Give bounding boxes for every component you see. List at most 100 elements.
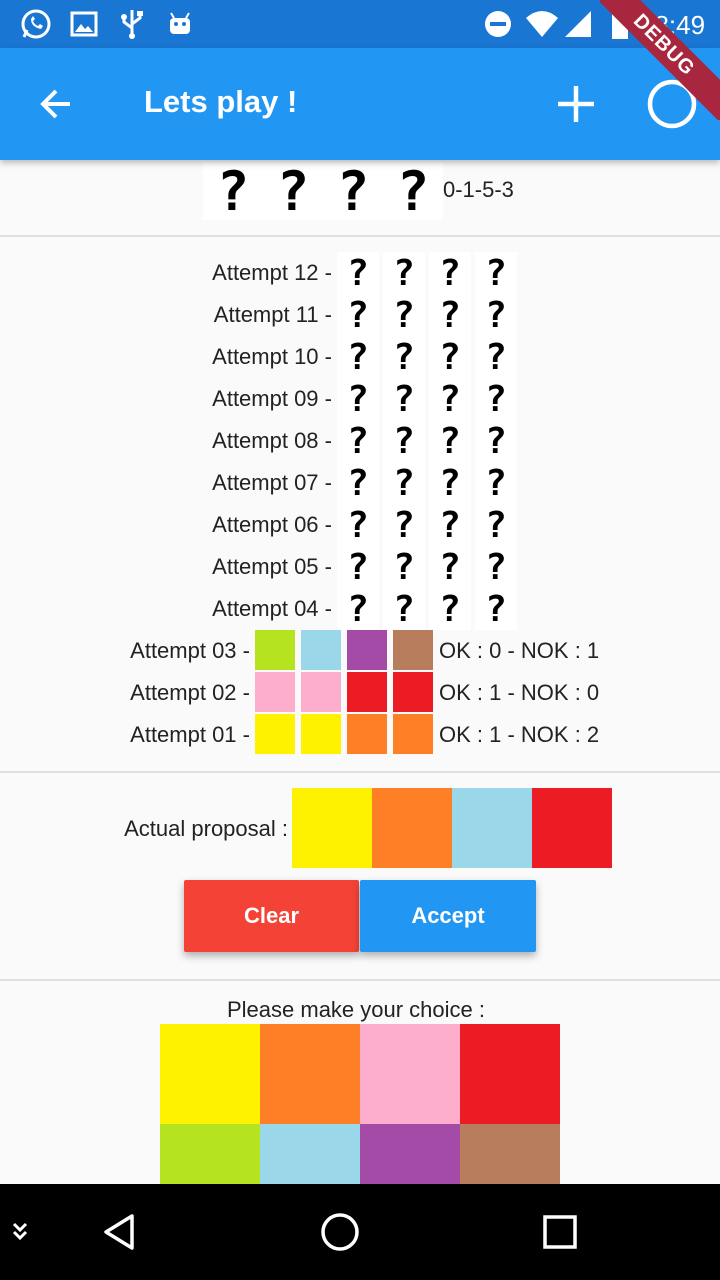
attempt-peg [301, 714, 341, 754]
question-mark-icon: ? [439, 504, 461, 546]
question-mark-icon: ? [347, 294, 369, 336]
color-choice[interactable] [160, 1024, 260, 1124]
question-mark-icon: ? [393, 294, 415, 336]
home-circle-icon[interactable] [310, 1202, 370, 1262]
attempt-peg-empty: ? [337, 504, 379, 546]
nav-bar [0, 1184, 720, 1280]
question-mark-icon: ? [439, 252, 461, 294]
attempt-peg-empty: ? [475, 378, 517, 420]
question-mark-icon: ? [347, 378, 369, 420]
debug-banner-wrap: DEBUG [600, 0, 720, 120]
accept-button[interactable]: Accept [360, 880, 536, 952]
usb-icon [114, 6, 150, 42]
attempt-result: OK : 1 - NOK : 0 [439, 680, 600, 705]
attempt-peg-empty: ? [337, 462, 379, 504]
color-choice[interactable] [260, 1024, 360, 1124]
secret-peg-hidden: ? [383, 159, 443, 223]
divider [0, 235, 720, 237]
question-mark-icon: ? [485, 252, 507, 294]
question-mark-icon: ? [439, 462, 461, 504]
question-mark-icon: ? [396, 159, 430, 223]
proposal-peg[interactable] [372, 788, 452, 868]
question-mark-icon: ? [439, 378, 461, 420]
secret-peg-hidden: ? [263, 159, 323, 223]
attempt-peg [347, 630, 387, 670]
attempt-peg [393, 630, 433, 670]
back-triangle-icon[interactable] [90, 1202, 150, 1262]
question-mark-icon: ? [393, 546, 415, 588]
attempt-label: Attempt 11 - [213, 302, 332, 327]
attempt-peg-empty: ? [475, 294, 517, 336]
attempt-peg [301, 672, 341, 712]
page-title: Lets play ! [144, 84, 298, 119]
proposal-peg[interactable] [532, 788, 612, 868]
attempt-label: Attempt 03 - [130, 638, 250, 663]
question-mark-icon: ? [347, 588, 369, 630]
do-not-disturb-icon [480, 6, 516, 42]
wifi-icon [524, 6, 560, 42]
recents-square-icon[interactable] [530, 1202, 590, 1262]
attempt-peg-empty: ? [383, 252, 425, 294]
question-mark-icon: ? [393, 252, 415, 294]
attempt-peg-empty: ? [475, 504, 517, 546]
attempt-label: Attempt 01 - [130, 722, 250, 747]
keyboard-hide-icon[interactable] [0, 1202, 50, 1262]
attempt-peg-empty: ? [429, 420, 471, 462]
question-mark-icon: ? [393, 378, 415, 420]
attempt-peg-empty: ? [337, 252, 379, 294]
attempt-label: Attempt 06 - [212, 512, 332, 537]
attempt-peg-empty: ? [383, 378, 425, 420]
attempt-label: Attempt 12 - [212, 260, 332, 285]
secret-peg-hidden: ? [203, 160, 263, 223]
question-mark-icon: ? [485, 504, 507, 546]
question-mark-icon: ? [347, 546, 369, 588]
question-mark-icon: ? [347, 336, 369, 378]
attempt-peg-empty: ? [429, 294, 471, 336]
attempt-result: OK : 0 - NOK : 1 [439, 638, 600, 663]
question-mark-icon: ? [485, 378, 507, 420]
question-mark-icon: ? [393, 420, 415, 462]
back-arrow-icon[interactable] [28, 76, 84, 132]
add-icon[interactable] [548, 76, 604, 132]
question-mark-icon: ? [439, 546, 461, 588]
question-mark-icon: ? [347, 462, 369, 504]
proposal-peg[interactable] [292, 788, 372, 868]
attempt-label: Attempt 05 - [212, 554, 332, 579]
secret-peg-hidden: ? [323, 159, 383, 223]
question-mark-icon: ? [485, 462, 507, 504]
question-mark-icon: ? [393, 336, 415, 378]
question-mark-icon: ? [276, 159, 310, 223]
attempt-peg-empty: ? [337, 378, 379, 420]
question-mark-icon: ? [439, 336, 461, 378]
attempt-peg-empty: ? [337, 336, 379, 378]
question-mark-icon: ? [485, 588, 507, 630]
question-mark-icon: ? [336, 159, 370, 223]
question-mark-icon: ? [347, 252, 369, 294]
question-mark-icon: ? [485, 336, 507, 378]
color-choice[interactable] [360, 1024, 460, 1124]
debug-banner: DEBUG [600, 0, 720, 120]
clear-button[interactable]: Clear [184, 880, 359, 952]
attempt-peg-empty: ? [337, 546, 379, 588]
question-mark-icon: ? [485, 420, 507, 462]
proposal-peg[interactable] [452, 788, 532, 868]
divider [0, 771, 720, 773]
attempt-peg [393, 672, 433, 712]
color-choice[interactable] [460, 1024, 560, 1124]
attempt-peg-empty: ? [383, 420, 425, 462]
question-mark-icon: ? [393, 462, 415, 504]
attempt-peg [347, 672, 387, 712]
game-board: ???? 0-1-5-3 Attempt 12 -???? Attempt 11 … [0, 159, 720, 1224]
attempt-peg-empty: ? [383, 294, 425, 336]
secret-code-text: 0-1-5-3 [443, 177, 514, 202]
question-mark-icon: ? [393, 504, 415, 546]
attempt-peg-empty: ? [475, 546, 517, 588]
attempt-peg-empty: ? [475, 588, 517, 630]
attempt-peg-empty: ? [429, 252, 471, 294]
choice-label: Please make your choice : [226, 997, 486, 1022]
image-icon [66, 6, 102, 42]
question-mark-icon: ? [439, 294, 461, 336]
attempt-peg-empty: ? [383, 336, 425, 378]
attempt-result: OK : 1 - NOK : 2 [439, 722, 600, 747]
whatsapp-icon [18, 6, 54, 42]
